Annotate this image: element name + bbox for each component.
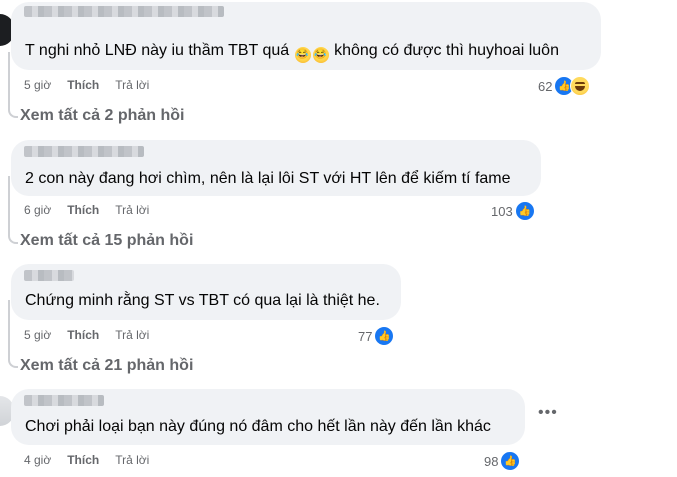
like-button[interactable]: Thích — [67, 203, 99, 217]
comment-text: T nghi nhỏ LNĐ này iu thầm TBT quá 😂 😂 kh… — [25, 42, 559, 63]
reply-button[interactable]: Trả lời — [115, 78, 149, 92]
rolling-laugh-emoji: 😂 — [312, 47, 329, 63]
comment-actions: 4 giờ Thích Trả lời — [24, 453, 149, 467]
reply-button[interactable]: Trả lời — [115, 203, 149, 217]
commenter-name-redacted[interactable] — [24, 395, 104, 406]
commenter-name-redacted[interactable] — [24, 6, 224, 17]
comment-text: 2 con này đang hơi chìm, nên là lại lôi … — [25, 170, 511, 187]
like-icon: 👍 — [514, 201, 535, 221]
haha-icon — [570, 76, 591, 96]
comment-bubble: 2 con này đang hơi chìm, nên là lại lôi … — [11, 140, 541, 196]
comment-timestamp[interactable]: 4 giờ — [24, 453, 51, 467]
commenter-name-redacted[interactable] — [24, 146, 144, 157]
comment-text-part: không có được thì huyhoai luôn — [334, 42, 559, 59]
like-icon: 👍 — [374, 326, 395, 346]
thread-branch — [8, 354, 18, 368]
thread-line — [8, 300, 10, 358]
thread-branch — [8, 230, 18, 244]
reaction-summary[interactable]: 103 👍 — [491, 201, 535, 221]
reaction-summary[interactable]: 77 👍 — [358, 326, 395, 346]
thread-line — [8, 52, 10, 110]
comment-timestamp[interactable]: 5 giờ — [24, 328, 51, 342]
view-replies-link[interactable]: Xem tất cả 21 phản hồi — [20, 357, 193, 375]
like-icon: 👍 — [500, 451, 521, 471]
comment-actions: 5 giờ Thích Trả lời — [24, 328, 149, 342]
comment-actions: 5 giờ Thích Trả lời — [24, 78, 149, 92]
thread-branch — [8, 104, 18, 118]
thread-line — [8, 176, 10, 234]
more-options-icon[interactable]: ••• — [538, 404, 558, 422]
commenter-name-redacted[interactable] — [24, 270, 74, 281]
comment-bubble: Chơi phải loại bạn này đúng nó đâm cho h… — [11, 389, 525, 445]
like-button[interactable]: Thích — [67, 453, 99, 467]
comment-timestamp[interactable]: 5 giờ — [24, 78, 51, 92]
reply-button[interactable]: Trả lời — [115, 328, 149, 342]
reaction-summary[interactable]: 98 👍 — [484, 451, 521, 471]
reaction-count: 103 — [491, 203, 513, 219]
comment-actions: 6 giờ Thích Trả lời — [24, 203, 149, 217]
reaction-summary[interactable]: 62 👍 — [538, 76, 591, 96]
comment-timestamp[interactable]: 6 giờ — [24, 203, 51, 217]
view-replies-link[interactable]: Xem tất cả 15 phản hồi — [20, 232, 193, 250]
like-button[interactable]: Thích — [67, 328, 99, 342]
reaction-count: 62 — [538, 78, 553, 94]
like-button[interactable]: Thích — [67, 78, 99, 92]
comment-text-part: T nghi nhỏ LNĐ này iu thầm TBT quá — [25, 42, 290, 59]
comment-text: Chứng minh rằng ST vs TBT có qua lại là … — [25, 292, 380, 309]
reply-button[interactable]: Trả lời — [115, 453, 149, 467]
comment-text: Chơi phải loại bạn này đúng nó đâm cho h… — [25, 418, 491, 435]
reaction-count: 98 — [484, 453, 499, 469]
comment-bubble: T nghi nhỏ LNĐ này iu thầm TBT quá 😂 😂 kh… — [11, 2, 601, 70]
rolling-laugh-emoji: 😂 — [294, 47, 311, 63]
reaction-count: 77 — [358, 328, 373, 344]
view-replies-link[interactable]: Xem tất cả 2 phản hồi — [20, 107, 184, 125]
comment-bubble: Chứng minh rằng ST vs TBT có qua lại là … — [11, 264, 401, 320]
